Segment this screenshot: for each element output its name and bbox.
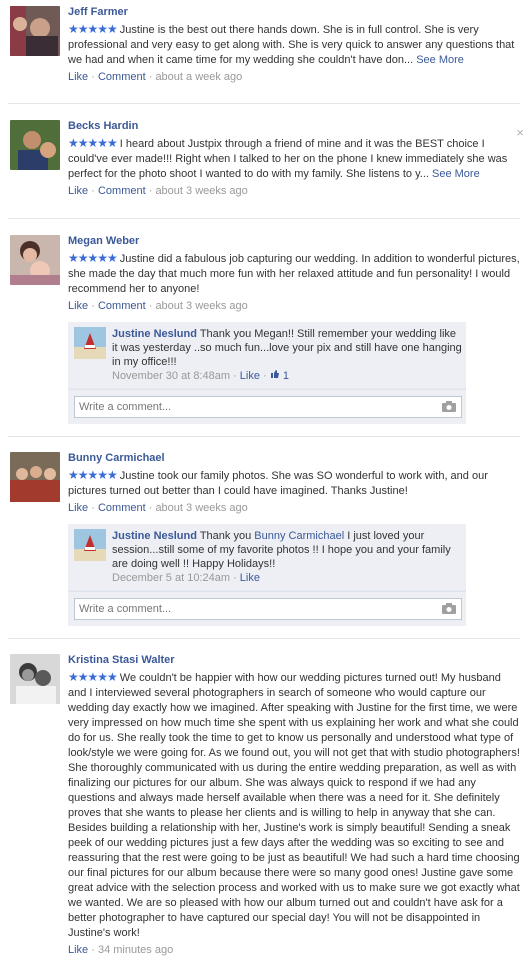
see-more-link[interactable]: See More: [416, 54, 464, 66]
reply-body: Justine Neslund Thank you Megan!! Still …: [112, 327, 462, 383]
review-text-block: ★★★★★ Justine is the best out there hands…: [68, 22, 520, 68]
reply-body: Justine Neslund Thank you Bunny Carmicha…: [112, 529, 462, 585]
review-text-block: ★★★★★ Justine did a fabulous job capturin…: [68, 251, 520, 297]
camera-icon[interactable]: [442, 603, 456, 614]
divider: [8, 103, 520, 104]
reply-comment: Justine Neslund Thank you Megan!! Still …: [68, 322, 466, 389]
divider: [8, 436, 520, 437]
reply-meta: November 30 at 8:48am · Like · 1: [112, 370, 289, 382]
review-text: Justine did a fabulous job capturing our…: [68, 253, 520, 295]
reviewer-name[interactable]: Becks Hardin: [68, 120, 520, 133]
review-actions: Like · 34 minutes ago: [68, 944, 174, 956]
reviewer-avatar[interactable]: [10, 120, 60, 170]
timestamp: 34 minutes ago: [97, 944, 174, 956]
comment-link[interactable]: Comment: [98, 71, 146, 83]
review-text: We couldn't be happier with how our wedd…: [68, 672, 520, 939]
review-text: Justine took our family photos. She was …: [68, 470, 488, 497]
reply-meta: December 5 at 10:24am · Like: [112, 572, 260, 584]
reply-like-link[interactable]: Like: [240, 572, 260, 584]
comment-link[interactable]: Comment: [98, 300, 146, 312]
reply-date: November 30 at 8:48am: [112, 370, 231, 382]
timestamp: about a week ago: [155, 71, 243, 83]
star-rating-icon: ★★★★★: [68, 670, 118, 684]
like-link[interactable]: Like: [68, 300, 88, 312]
reviewer-name[interactable]: Megan Weber: [68, 235, 520, 248]
star-rating-icon: ★★★★★: [68, 468, 118, 482]
review-actions: Like · Comment · about 3 weeks ago: [68, 185, 248, 197]
reply-avatar[interactable]: [74, 327, 106, 359]
review-text-block: ★★★★★ Justine took our family photos. She…: [68, 468, 520, 499]
review-actions: Like · Comment · about a week ago: [68, 71, 243, 83]
reviewer-avatar[interactable]: [10, 654, 60, 704]
reviewer-name[interactable]: Kristina Stasi Walter: [68, 654, 520, 667]
review-actions: Like · Comment · about 3 weeks ago: [68, 502, 248, 514]
star-rating-icon: ★★★★★: [68, 22, 118, 36]
review-text-block: ★★★★★ We couldn't be happier with how our…: [68, 670, 520, 941]
reply-text-before: Thank you: [199, 530, 252, 542]
like-link[interactable]: Like: [68, 71, 88, 83]
camera-icon[interactable]: [442, 401, 456, 412]
timestamp: about 3 weeks ago: [155, 185, 248, 197]
reply-like-count[interactable]: 1: [283, 370, 289, 382]
thumbs-up-icon[interactable]: [270, 370, 283, 382]
review-text-block: ★★★★★ I heard about Justpix through a fri…: [68, 136, 520, 182]
divider: [8, 218, 520, 219]
like-link[interactable]: Like: [68, 944, 88, 956]
reviewer-avatar[interactable]: [10, 235, 60, 285]
reviewer-name[interactable]: Bunny Carmichael: [68, 452, 520, 465]
timestamp: about 3 weeks ago: [155, 502, 248, 514]
like-link[interactable]: Like: [68, 185, 88, 197]
like-link[interactable]: Like: [68, 502, 88, 514]
reply-mention-link[interactable]: Bunny Carmichael: [254, 530, 344, 542]
comment-link[interactable]: Comment: [98, 185, 146, 197]
reply-comment: Justine Neslund Thank you Bunny Carmicha…: [68, 524, 466, 591]
see-more-link[interactable]: See More: [432, 168, 480, 180]
reply-author[interactable]: Justine Neslund: [112, 530, 197, 542]
comment-link[interactable]: Comment: [98, 502, 146, 514]
write-comment-input[interactable]: Write a comment...: [74, 598, 462, 620]
comment-composer-container: Write a comment...: [68, 389, 466, 424]
review-actions: Like · Comment · about 3 weeks ago: [68, 300, 248, 312]
divider: [8, 638, 520, 639]
reply-avatar[interactable]: [74, 529, 106, 561]
star-rating-icon: ★★★★★: [68, 251, 118, 265]
write-comment-placeholder: Write a comment...: [79, 603, 172, 615]
write-comment-input[interactable]: Write a comment...: [74, 396, 462, 418]
reviewer-avatar[interactable]: [10, 6, 60, 56]
timestamp: about 3 weeks ago: [155, 300, 248, 312]
reviewer-name[interactable]: Jeff Farmer: [68, 6, 520, 19]
comment-composer-container: Write a comment...: [68, 591, 466, 626]
star-rating-icon: ★★★★★: [68, 136, 118, 150]
reply-date: December 5 at 10:24am: [112, 572, 231, 584]
reply-like-link[interactable]: Like: [240, 370, 260, 382]
reply-author[interactable]: Justine Neslund: [112, 328, 197, 340]
reviewer-avatar[interactable]: [10, 452, 60, 502]
write-comment-placeholder: Write a comment...: [79, 401, 172, 413]
